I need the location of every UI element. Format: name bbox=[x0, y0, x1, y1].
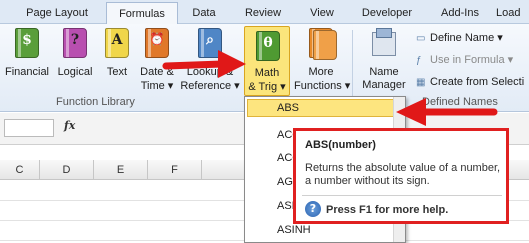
column-header-f[interactable]: F bbox=[148, 160, 202, 180]
column-header-c[interactable]: C bbox=[0, 160, 40, 180]
financial-book-icon: $ bbox=[15, 28, 39, 58]
define-name-button[interactable]: ▭ Define Name ▾ bbox=[416, 30, 503, 46]
help-icon: ? bbox=[305, 201, 321, 217]
column-header-e[interactable]: E bbox=[94, 160, 148, 180]
name-manager-button[interactable]: Name Manager bbox=[358, 24, 410, 96]
use-in-formula-button[interactable]: ƒ Use in Formula ▾ bbox=[416, 52, 513, 68]
menu-item-abs[interactable]: ABS bbox=[277, 102, 299, 114]
financial-button[interactable]: $ Financial bbox=[2, 24, 52, 96]
tab-review[interactable]: Review bbox=[240, 2, 286, 24]
tab-formulas[interactable]: Formulas bbox=[106, 2, 178, 25]
tooltip-description: Returns the absolute value of a number, … bbox=[305, 162, 501, 187]
function-library-label: Function Library bbox=[56, 96, 135, 108]
define-name-icon: ▭ bbox=[416, 33, 426, 44]
tab-developer[interactable]: Developer bbox=[356, 2, 418, 24]
more-functions-button[interactable]: More Functions ▾ bbox=[294, 24, 350, 96]
arrow-to-math-trig-icon bbox=[162, 50, 246, 78]
text-button[interactable]: A Text bbox=[98, 24, 136, 96]
ribbon-separator bbox=[352, 30, 353, 104]
fx-small-icon: ƒ bbox=[416, 55, 422, 66]
tooltip-help-text: Press F1 for more help. bbox=[326, 204, 449, 216]
create-table-icon: ▦ bbox=[416, 77, 426, 88]
tooltip-title: ABS(number) bbox=[305, 139, 376, 151]
logical-book-icon: ? bbox=[63, 28, 87, 58]
create-from-selection-button[interactable]: ▦ Create from Selecti bbox=[416, 74, 524, 90]
insert-function-button[interactable]: fx bbox=[64, 119, 75, 132]
ribbon-tab-bar: Page Layout Formulas Data Review View De… bbox=[0, 0, 529, 25]
column-header-d[interactable]: D bbox=[40, 160, 94, 180]
tab-add-ins[interactable]: Add-Ins bbox=[436, 2, 484, 24]
more-functions-book-icon bbox=[309, 28, 337, 60]
selected-item-highlight bbox=[247, 99, 403, 117]
logical-button[interactable]: ? Logical bbox=[54, 24, 96, 96]
tab-view[interactable]: View bbox=[304, 2, 340, 24]
function-tooltip: ABS(number) Returns the absolute value o… bbox=[293, 128, 509, 224]
name-box[interactable] bbox=[4, 119, 54, 137]
tab-page-layout[interactable]: Page Layout bbox=[14, 2, 100, 24]
tooltip-divider bbox=[302, 195, 502, 196]
tab-data[interactable]: Data bbox=[184, 2, 224, 24]
text-book-icon: A bbox=[105, 28, 129, 58]
math-trig-book-icon: θ bbox=[256, 31, 280, 61]
name-manager-icon bbox=[372, 28, 396, 58]
math-trig-button[interactable]: θ Math & Trig ▾ bbox=[244, 26, 290, 96]
menu-item-asinh[interactable]: ASINH bbox=[277, 224, 311, 236]
tab-load[interactable]: Load bbox=[496, 2, 529, 24]
arrow-to-abs-item-icon bbox=[396, 98, 498, 126]
